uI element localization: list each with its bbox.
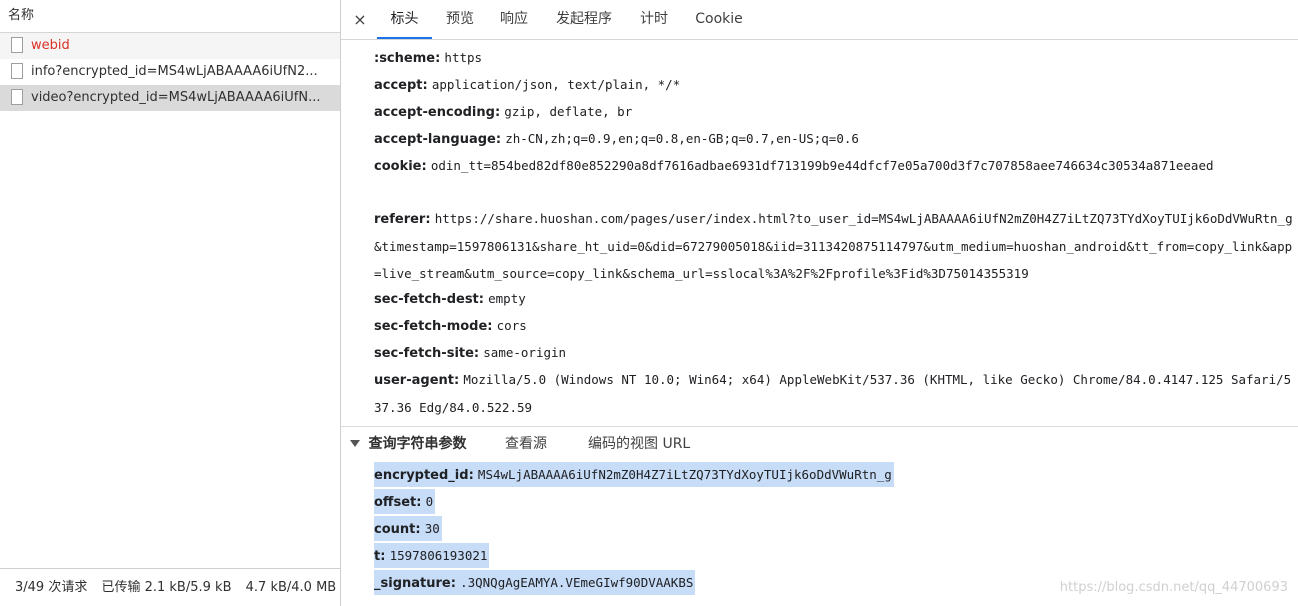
header-name: :scheme: <box>374 51 441 66</box>
query-param-row: _signature: .3QNQgAgEAMYA.VEmeGIwf90DVAA… <box>374 570 696 595</box>
header-value: https <box>444 50 483 65</box>
header-value: zh-CN,zh;q=0.9,en;q=0.8,en-GB;q=0.7,en-U… <box>505 131 859 146</box>
header-name: sec-fetch-dest: <box>374 292 484 307</box>
header-value: https://share.huoshan.com/pages/user/ind… <box>374 211 1293 281</box>
header-name: user-agent: <box>374 373 460 388</box>
selection-highlight: offset: 0 <box>374 489 436 514</box>
param-name: _signature: <box>374 576 456 591</box>
view-url-encoded-link[interactable]: 编码的视图 URL <box>588 432 690 456</box>
header-name: sec-fetch-site: <box>374 346 480 361</box>
query-params-header[interactable]: 查询字符串参数 查看源 编码的视图 URL <box>350 432 690 456</box>
tab-headers[interactable]: 标头 <box>377 0 432 39</box>
watermark: https://blog.csdn.net/qq_44700693 <box>1059 580 1288 595</box>
header-row-accept-language: accept-language: zh-CN,zh;q=0.9,en;q=0.8… <box>374 126 1294 154</box>
header-value: application/json, text/plain, */* <box>431 77 681 92</box>
header-row-sec-fetch-site: sec-fetch-site: same-origin <box>374 340 1294 368</box>
view-source-link[interactable]: 查看源 <box>505 432 547 456</box>
request-count: 3/49 次请求 <box>15 580 88 595</box>
header-name: sec-fetch-mode: <box>374 319 493 334</box>
header-name: cookie: <box>374 159 427 174</box>
header-value: same-origin <box>483 345 567 360</box>
selection-highlight: count: 30 <box>374 516 442 541</box>
transferred-size: 已传输 2.1 kB/5.9 kB <box>101 580 232 595</box>
query-param-row: offset: 0 <box>374 489 436 514</box>
query-param-row: t: 1597806193021 <box>374 543 490 568</box>
headers-content: :scheme: https accept: application/json,… <box>341 40 1298 606</box>
param-name: t: <box>374 549 386 564</box>
tab-response[interactable]: 响应 <box>493 0 535 39</box>
request-item-webid[interactable]: webid <box>0 33 340 59</box>
header-value: gzip, deflate, br <box>504 104 633 119</box>
resources-size: 4.7 kB/4.0 MB <box>245 580 337 595</box>
file-icon <box>11 37 23 53</box>
selection-highlight: t: 1597806193021 <box>374 543 490 568</box>
param-value: MS4wLjABAAAA6iUfN2mZ0H4Z7iLtZQ73TYdXoyTU… <box>477 467 892 482</box>
header-value: odin_tt=854bed82df80e852290a8df7616adbae… <box>430 158 1214 173</box>
param-name: offset: <box>374 495 422 510</box>
header-value: cors <box>496 318 527 333</box>
selection-highlight: encrypted_id: MS4wLjABAAAA6iUfN2mZ0H4Z7i… <box>374 462 894 487</box>
tab-preview[interactable]: 预览 <box>439 0 481 39</box>
file-icon <box>11 63 23 79</box>
status-bar: 3/49 次请求 已传输 2.1 kB/5.9 kB 4.7 kB/4.0 MB <box>0 568 340 606</box>
header-row-accept-encoding: accept-encoding: gzip, deflate, br <box>374 99 1294 127</box>
request-item-video[interactable]: video?encrypted_id=MS4wLjABAAAA6iUfN... <box>0 85 340 111</box>
header-name: referer: <box>374 212 431 227</box>
name-column-header[interactable]: 名称 <box>0 0 340 33</box>
param-value: .3QNQgAgEAMYA.VEmeGIwf90DVAAKBS <box>460 575 694 590</box>
header-value: Mozilla/5.0 (Windows NT 10.0; Win64; x64… <box>374 372 1292 415</box>
details-tabbar: × 标头 预览 响应 发起程序 计时 Cookie <box>341 0 1298 40</box>
header-row-referer: referer: https://share.huoshan.com/pages… <box>374 206 1294 289</box>
header-row-sec-fetch-dest: sec-fetch-dest: empty <box>374 286 1294 314</box>
selection-highlight: _signature: .3QNQgAgEAMYA.VEmeGIwf90DVAA… <box>374 570 696 595</box>
header-row-user-agent: user-agent: Mozilla/5.0 (Windows NT 10.0… <box>374 367 1294 422</box>
query-param-row: count: 30 <box>374 516 442 541</box>
triangle-down-icon <box>350 439 360 447</box>
param-name: count: <box>374 522 421 537</box>
section-divider <box>341 426 1298 427</box>
header-name: accept-language: <box>374 132 502 147</box>
header-row-sec-fetch-mode: sec-fetch-mode: cors <box>374 313 1294 341</box>
query-params-title: 查询字符串参数 <box>368 436 467 452</box>
close-icon[interactable]: × <box>350 8 370 32</box>
header-name: accept: <box>374 78 428 93</box>
request-list-pane: 名称 webid info?encrypted_id=MS4wLjABAAAA6… <box>0 0 341 606</box>
param-value: 30 <box>424 521 440 536</box>
header-row-cookie: cookie: odin_tt=854bed82df80e852290a8df7… <box>374 153 1294 181</box>
query-param-row: encrypted_id: MS4wLjABAAAA6iUfN2mZ0H4Z7i… <box>374 462 894 487</box>
header-name: accept-encoding: <box>374 105 501 120</box>
param-name: encrypted_id: <box>374 468 474 483</box>
request-name: video?encrypted_id=MS4wLjABAAAA6iUfN... <box>31 90 321 105</box>
tab-timing[interactable]: 计时 <box>633 0 675 39</box>
header-value: empty <box>488 291 526 306</box>
file-icon <box>11 89 23 105</box>
request-item-info[interactable]: info?encrypted_id=MS4wLjABAAAA6iUfN2... <box>0 59 340 85</box>
param-value: 0 <box>425 494 434 509</box>
param-value: 1597806193021 <box>389 548 488 563</box>
header-row-accept: accept: application/json, text/plain, */… <box>374 72 1294 100</box>
details-pane: × 标头 预览 响应 发起程序 计时 Cookie :scheme: https… <box>341 0 1298 606</box>
request-name: info?encrypted_id=MS4wLjABAAAA6iUfN2... <box>31 64 318 79</box>
tab-initiator[interactable]: 发起程序 <box>549 0 619 39</box>
tab-cookie[interactable]: Cookie <box>689 0 749 39</box>
request-name: webid <box>31 38 70 53</box>
header-row-scheme: :scheme: https <box>374 45 1294 73</box>
